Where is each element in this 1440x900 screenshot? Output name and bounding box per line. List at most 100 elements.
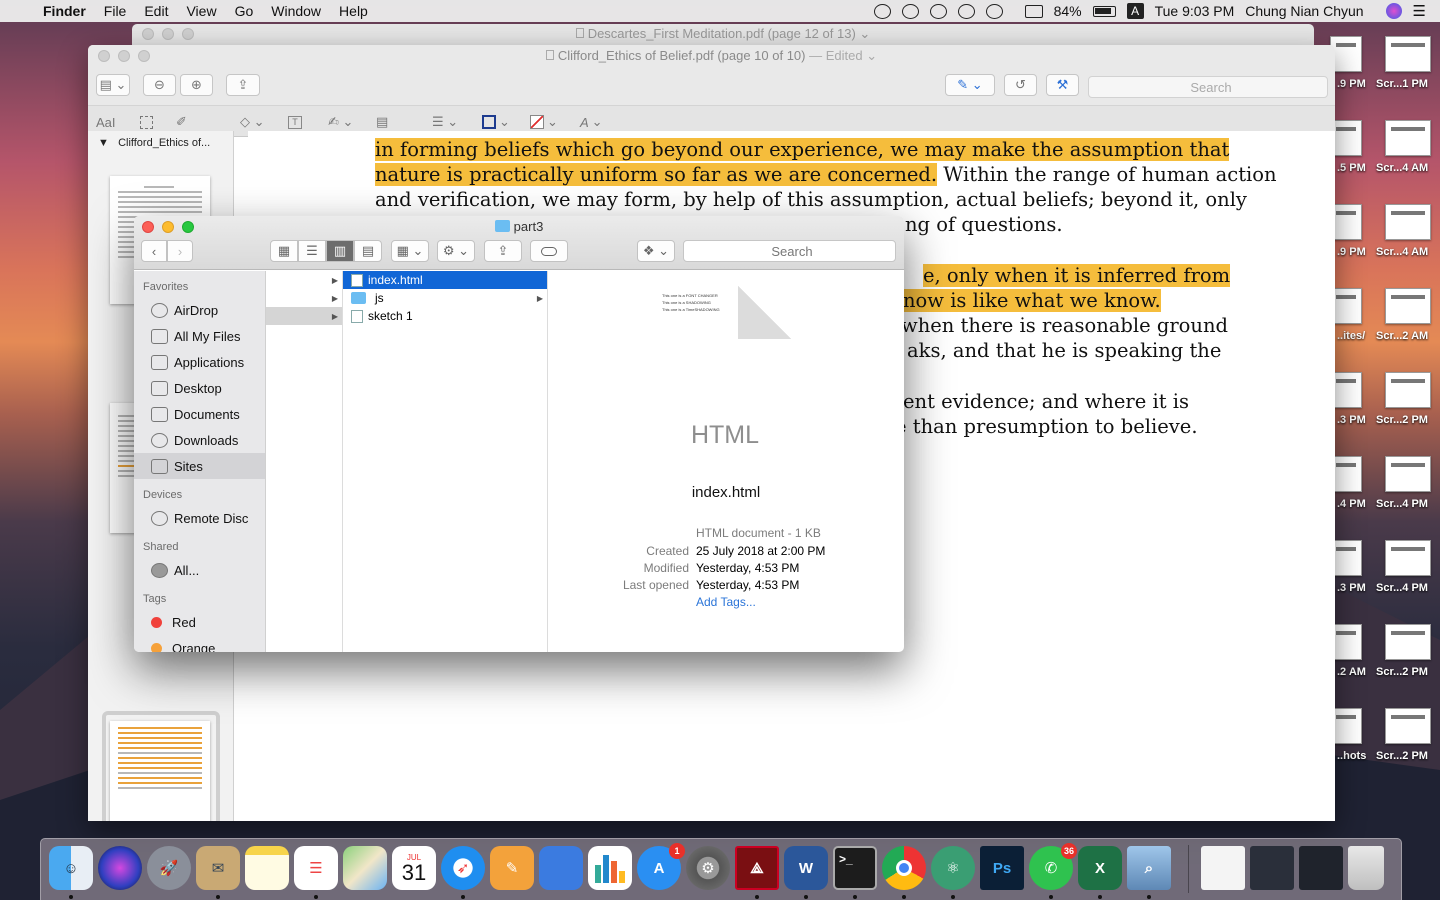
bluetooth-icon[interactable]	[985, 3, 1003, 19]
dock-safari[interactable]: ➶	[441, 846, 485, 890]
dock-keynote[interactable]	[539, 846, 583, 890]
sidebar-item-applications[interactable]: Applications	[134, 349, 265, 375]
dock-notes[interactable]	[245, 846, 289, 890]
finder-search-field[interactable]: Search	[683, 240, 896, 262]
dock-preview[interactable]: ⌕	[1127, 846, 1171, 890]
sidebar-item-remote-disc[interactable]: Remote Disc	[134, 505, 265, 531]
sidebar-toggle-button[interactable]: ▤ ⌄	[96, 74, 130, 96]
zoom-in-button[interactable]: ⊕	[180, 74, 213, 96]
file-row-js[interactable]: js ▶	[343, 289, 547, 307]
sidebar-item-downloads[interactable]: Downloads	[134, 427, 265, 453]
finder-column-1[interactable]: ▶ ▶ ▶	[266, 271, 343, 652]
text-tool[interactable]: T	[288, 113, 302, 131]
sidebar-item-sites[interactable]: Sites	[134, 453, 265, 479]
note-tool[interactable]: ▤	[376, 113, 388, 131]
zoom-out-button[interactable]: ⊖	[143, 74, 176, 96]
desktop-screenshot-file[interactable]	[1385, 372, 1431, 408]
sidebar-item-desktop[interactable]: Desktop	[134, 375, 265, 401]
edited-status[interactable]: — Edited	[809, 48, 862, 63]
add-tags-link[interactable]: Add Tags...	[696, 595, 756, 609]
desktop-screenshot-file[interactable]	[1385, 456, 1431, 492]
siri-icon[interactable]	[1385, 3, 1402, 19]
border-color-tool[interactable]: ⌄	[482, 113, 510, 131]
dock-mail[interactable]: ✉	[196, 846, 240, 890]
desktop-screenshot-file[interactable]	[1385, 288, 1431, 324]
desktop-screenshot-file[interactable]	[1385, 624, 1431, 660]
dock-excel[interactable]: X	[1078, 846, 1122, 890]
forward-button[interactable]: ›	[167, 240, 193, 262]
dock-finder[interactable]: ☺	[49, 846, 93, 890]
dock-launchpad[interactable]: 🚀	[147, 846, 191, 890]
dock-desktop-stack[interactable]	[1299, 846, 1343, 890]
column-view-button[interactable]: ▥	[326, 240, 354, 262]
desktop-screenshot-file[interactable]	[1385, 36, 1431, 72]
dock-system-preferences[interactable]: ⚙	[686, 846, 730, 890]
dock-terminal[interactable]: >_	[833, 846, 877, 890]
dock-calendar[interactable]: JUL 31	[392, 846, 436, 890]
menu-help[interactable]: Help	[330, 3, 377, 19]
input-source-icon[interactable]: A	[1126, 3, 1144, 19]
finder-window[interactable]: part3 ‹ › ▦ ☰ ▥ ▤ ▦ ⌄ ⚙ ⌄ ⇪ ❖ ⌄ Search F…	[134, 216, 904, 652]
minimize-button[interactable]	[118, 50, 130, 62]
markup-toolbox-button[interactable]: ⚒	[1046, 74, 1079, 96]
dock-photoshop[interactable]: Ps	[980, 846, 1024, 890]
file-row-index-html[interactable]: index.html	[343, 271, 547, 289]
dock-maps[interactable]	[343, 846, 387, 890]
desktop-screenshot-file[interactable]	[1385, 708, 1431, 744]
dock-word[interactable]: W	[784, 846, 828, 890]
menu-go[interactable]: Go	[226, 3, 263, 19]
zoom-button[interactable]	[138, 50, 150, 62]
dock-trash[interactable]	[1348, 846, 1384, 890]
desktop-screenshot-file[interactable]	[1385, 120, 1431, 156]
dock-whatsapp[interactable]: ✆ 36	[1029, 843, 1077, 890]
sidebar-tag-orange[interactable]: Orange	[134, 635, 265, 652]
battery-percent[interactable]: 84%	[1054, 3, 1082, 19]
finder-column-2[interactable]: index.html js ▶ sketch 1	[343, 271, 548, 652]
highlight-button[interactable]: ✎ ⌄	[945, 74, 995, 96]
back-button[interactable]: ‹	[141, 240, 167, 262]
dock-documents-stack[interactable]	[1201, 846, 1245, 890]
airplay-icon[interactable]	[1024, 4, 1043, 18]
share-button[interactable]: ⇪	[484, 240, 522, 262]
page-thumbnail-selected[interactable]	[110, 721, 210, 821]
battery-icon[interactable]	[1092, 5, 1116, 17]
gallery-view-button[interactable]: ▤	[354, 240, 382, 262]
desktop-screenshot-file[interactable]	[1385, 204, 1431, 240]
menu-app-name[interactable]: Finder	[34, 3, 95, 19]
desktop-screenshot-file[interactable]	[1385, 540, 1431, 576]
sidebar-tag-red[interactable]: Red	[134, 609, 265, 635]
dock-app-store[interactable]: A1	[637, 843, 685, 890]
text-style-tool[interactable]: A ⌄	[580, 113, 603, 131]
edit-tags-button[interactable]	[530, 240, 568, 262]
dock-chrome[interactable]	[882, 846, 926, 890]
dock-reminders[interactable]: ☰	[294, 846, 338, 890]
dock-atom[interactable]: ⚛	[931, 846, 975, 890]
vpn-icon[interactable]	[929, 3, 947, 19]
sketch-tool[interactable]: ✐	[176, 113, 187, 131]
dock-screenshots-stack[interactable]	[1250, 846, 1294, 890]
sidebar-item-airdrop[interactable]: AirDrop	[134, 297, 265, 323]
sidebar-document-title[interactable]: ▼ Clifford_Ethics of...	[88, 131, 233, 149]
action-gear-button[interactable]: ⚙ ⌄	[437, 240, 475, 262]
shapes-tool[interactable]: ◇ ⌄	[240, 113, 265, 131]
dock-pages[interactable]: ✎	[490, 846, 534, 890]
notification-center-icon[interactable]: ☰	[1413, 2, 1426, 20]
dropbox-button[interactable]: ❖ ⌄	[637, 240, 675, 262]
arrange-button[interactable]: ▦ ⌄	[391, 240, 429, 262]
sidebar-item-all-my-files[interactable]: All My Files	[134, 323, 265, 349]
menu-edit[interactable]: Edit	[135, 3, 177, 19]
clock[interactable]: Tue 9:03 PM	[1155, 3, 1235, 19]
dock-acrobat[interactable]: ⟁	[735, 846, 779, 890]
user-name[interactable]: Chung Nian Chyun	[1245, 3, 1363, 19]
menu-file[interactable]: File	[95, 3, 136, 19]
sync-icon[interactable]	[901, 3, 919, 19]
time-machine-icon[interactable]	[957, 3, 975, 19]
column-row-parent-selected[interactable]: ▶	[266, 307, 342, 325]
rotate-button[interactable]: ↺	[1004, 74, 1037, 96]
sidebar-item-shared-all[interactable]: All...	[134, 557, 265, 583]
dock-numbers[interactable]	[588, 846, 632, 890]
preview-search-field[interactable]: Search	[1088, 76, 1328, 98]
text-selection-tool[interactable]: AaI	[96, 113, 116, 131]
share-button[interactable]: ⇪	[226, 74, 260, 96]
sign-tool[interactable]: ✍ ⌄	[328, 113, 353, 131]
